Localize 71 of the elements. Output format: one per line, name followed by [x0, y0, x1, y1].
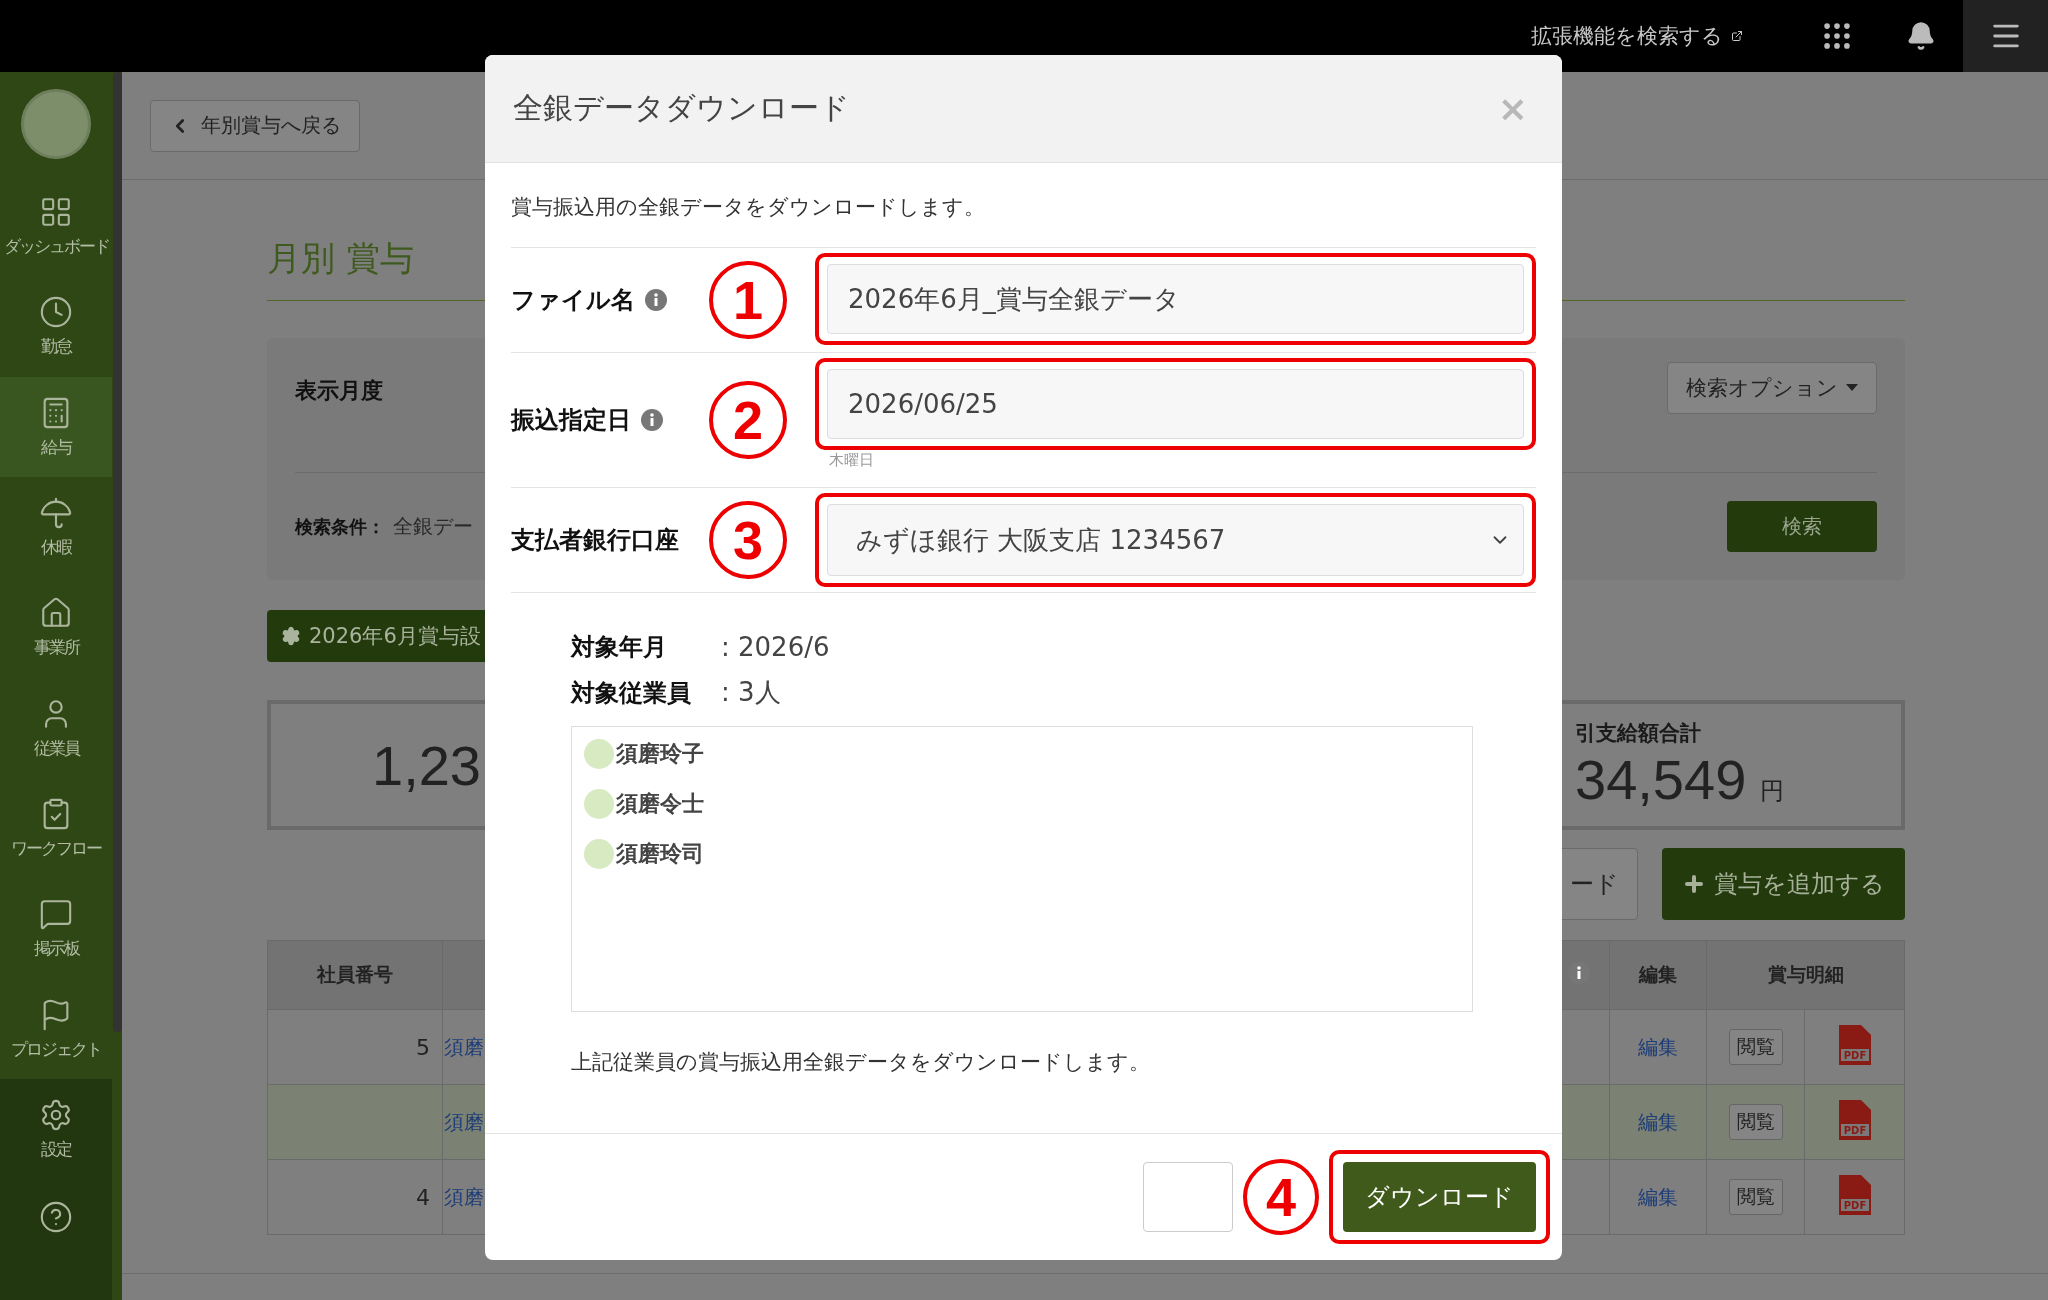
bell-icon[interactable] — [1906, 21, 1936, 51]
column-header: 編集 — [1609, 940, 1707, 1010]
employee-name: 須磨玲子 — [616, 740, 704, 768]
amount-value: 34,549 — [1575, 746, 1747, 812]
employee-avatar — [584, 739, 614, 769]
sidebar-item-icon — [39, 495, 73, 530]
add-bonus-button[interactable]: 賞与を追加する — [1662, 848, 1905, 920]
edit-link[interactable]: 編集 — [1638, 1034, 1678, 1059]
step-marker: 4 — [1243, 1159, 1319, 1235]
field-hint: 木曜日 — [829, 451, 875, 470]
plus-icon — [1682, 872, 1706, 896]
sidebar-item[interactable]: 掲示板 — [0, 878, 112, 979]
sidebar-item[interactable]: 設定 — [0, 1079, 112, 1180]
menu-button[interactable] — [1963, 0, 2048, 72]
step-marker: 2 — [709, 381, 787, 459]
edit-link[interactable]: 編集 — [1638, 1184, 1678, 1209]
text-field[interactable]: 2026年6月_賞与全銀データ — [827, 264, 1524, 334]
field-label: 支払者銀行口座 — [511, 525, 679, 556]
search-button[interactable]: 検索 — [1727, 501, 1877, 552]
download-note: 上記従業員の賞与振込用全銀データをダウンロードします。 — [571, 1049, 1151, 1076]
sidebar-item-icon — [39, 295, 73, 330]
settings-icon — [39, 1097, 73, 1132]
dialog-description: 賞与振込用の全銀データをダウンロードします。 — [511, 194, 986, 221]
download-button[interactable]: ダウンロード — [1343, 1162, 1536, 1232]
sidebar-item[interactable]: プロジェクト — [0, 978, 112, 1080]
employee-name: 須磨令士 — [616, 790, 704, 818]
external-link-icon — [1731, 30, 1743, 42]
caret-icon — [1846, 384, 1858, 392]
sidebar-scrollbar[interactable] — [113, 72, 122, 1032]
sidebar-item[interactable]: 休暇 — [0, 477, 112, 578]
criteria-label: 検索条件： — [295, 514, 385, 539]
step-marker: 1 — [709, 261, 787, 339]
sidebar-item[interactable]: 給与 — [0, 376, 112, 478]
employee-name: 須磨玲司 — [616, 840, 704, 868]
help-icon[interactable] — [39, 1199, 73, 1234]
employee-number: 4 — [416, 1184, 430, 1210]
search-options-button[interactable]: 検索オプション — [1667, 362, 1877, 414]
extension-search-link[interactable]: 拡張機能を検索する — [1531, 22, 1743, 50]
summary-label: 対象年月 — [571, 632, 668, 663]
card-label: 引支給額合計 — [1575, 719, 1702, 747]
criteria-value: 全銀デー — [393, 513, 473, 540]
dialog-title: 全銀データダウンロード — [513, 89, 850, 127]
text-field[interactable]: 2026/06/25 — [827, 369, 1524, 439]
column-header: 社員番号 — [267, 940, 443, 1010]
summary-value: : 2026/6 — [721, 632, 830, 662]
employee-avatar — [584, 789, 614, 819]
view-button[interactable]: 閲覧 — [1728, 1029, 1783, 1065]
bank-account-select[interactable]: みずほ銀行 大阪支店 1234567 — [827, 504, 1524, 576]
amount-value: 1,23 — [372, 732, 481, 798]
column-header: 賞与明細 — [1706, 940, 1905, 1010]
employee-avatar — [584, 839, 614, 869]
back-button[interactable]: 年別賞与へ戻る — [150, 99, 360, 152]
sidebar-item[interactable]: 事業所 — [0, 577, 112, 678]
month-label: 表示月度 — [295, 377, 383, 405]
sidebar-item[interactable]: 勤怠 — [0, 276, 112, 377]
summary-value: : 3人 — [721, 676, 781, 709]
currency-unit: 円 — [1760, 775, 1785, 807]
step-marker: 3 — [709, 501, 787, 579]
sidebar-item-icon — [39, 897, 73, 932]
summary-label: 対象従業員 — [571, 677, 692, 709]
gear-icon — [281, 626, 301, 646]
sidebar-item[interactable]: ワークフロー — [0, 778, 112, 879]
employee-number: 5 — [416, 1034, 430, 1060]
sidebar-item[interactable]: 従業員 — [0, 677, 112, 779]
info-icon[interactable] — [645, 289, 667, 311]
sidebar-item[interactable]: ダッシュボード — [0, 176, 112, 277]
info-icon[interactable] — [641, 409, 663, 431]
edit-link[interactable]: 編集 — [1638, 1109, 1678, 1134]
view-button[interactable]: 閲覧 — [1728, 1104, 1783, 1140]
view-button[interactable]: 閲覧 — [1728, 1179, 1783, 1215]
field-label: 振込指定日 — [511, 405, 631, 436]
